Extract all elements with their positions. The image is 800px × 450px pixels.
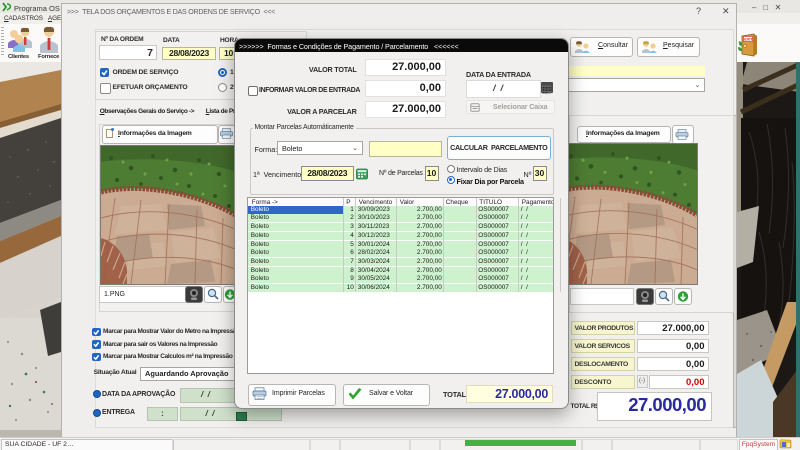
svg-text:EXIT: EXIT (744, 38, 753, 42)
